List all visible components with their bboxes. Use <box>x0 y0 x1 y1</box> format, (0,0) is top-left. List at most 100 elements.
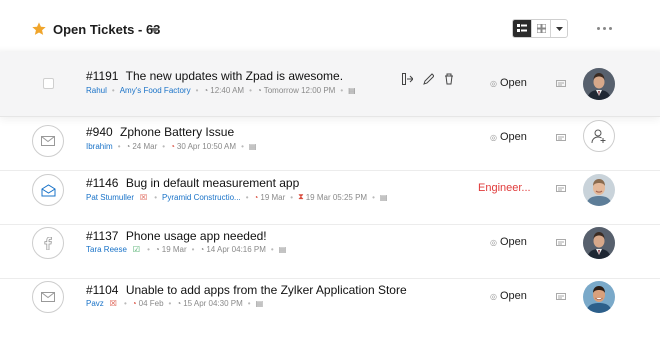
grid-view-icon <box>536 24 546 33</box>
view-options-dropdown[interactable] <box>551 20 567 37</box>
status-dropdown[interactable]: ◎ Open <box>490 77 527 89</box>
comment-icon[interactable] <box>556 239 566 247</box>
delete-icon[interactable] <box>444 73 454 85</box>
status-dropdown[interactable]: ◎ Open <box>490 236 527 248</box>
status-label: Open <box>499 290 527 302</box>
agent-avatar[interactable] <box>583 68 615 100</box>
ticket-row[interactable]: #1137 Phone usage app needed! Tara Reese… <box>0 225 660 279</box>
thread-count-icon: ▤ <box>255 299 264 308</box>
ticket-meta: Pavz ☒ • ◔ 04 Feb • ◔ 15 Apr 04:30 PM • … <box>86 299 264 308</box>
ticket-id[interactable]: #1146 <box>86 176 118 190</box>
page-title[interactable]: Open Tickets - 63 <box>53 22 160 37</box>
comment-icon[interactable] <box>556 134 566 142</box>
person-photo-icon <box>583 281 615 313</box>
clock-icon: ◔ <box>203 86 209 95</box>
status-dropdown[interactable]: ◎ Open <box>490 131 527 143</box>
contact-name[interactable]: Tara Reese <box>86 245 127 254</box>
agent-avatar[interactable] <box>583 281 615 313</box>
due-time: Tomorrow 12:00 PM <box>263 86 336 95</box>
due-time: 15 Apr 04:30 PM <box>183 299 243 308</box>
assign-agent-button[interactable] <box>583 120 615 152</box>
created-time: 19 Mar <box>260 192 286 202</box>
ticket-meta: Rahul • Amy's Food Factory • ◔ 12:40 AM … <box>86 86 356 95</box>
unhappy-rating-icon: ☒ <box>140 192 148 202</box>
ticket-subject[interactable]: The new updates with Zpad is awesome. <box>126 69 343 83</box>
thread-count-icon: ▤ <box>248 142 257 151</box>
comment-icon[interactable] <box>556 185 566 193</box>
ticket-row[interactable]: #940 Zphone Battery Issue Ibrahim • ◔ 24… <box>0 117 660 171</box>
person-photo-icon <box>583 174 615 206</box>
created-time: 12:40 AM <box>210 86 245 95</box>
clock-icon: ◔ <box>199 245 205 254</box>
status-label: Engineer... <box>478 182 531 194</box>
comment-icon[interactable] <box>556 80 566 88</box>
due-time: 14 Apr 04:16 PM <box>206 245 266 254</box>
status-label: Open <box>499 77 527 89</box>
grid-view-button[interactable] <box>532 20 551 37</box>
chevron-down-icon[interactable] <box>151 28 159 33</box>
account-name[interactable]: Pyramid Constructio... <box>162 193 241 202</box>
ticket-subject[interactable]: Unable to add apps from the Zylker Appli… <box>126 283 407 297</box>
happy-rating-icon: ☑ <box>132 245 141 254</box>
agent-avatar[interactable] <box>583 227 615 259</box>
contact-name[interactable]: Ibrahim <box>86 142 113 151</box>
contact-name[interactable]: Pat Stumuller <box>86 193 134 202</box>
status-icon: ◎ <box>490 292 497 301</box>
add-user-icon <box>591 129 606 144</box>
ticket-id[interactable]: #940 <box>86 125 113 139</box>
ticket-id[interactable]: #1191 <box>86 69 118 83</box>
contact-name[interactable]: Rahul <box>86 86 107 95</box>
email-icon <box>32 281 64 313</box>
status-dropdown[interactable]: ◎ Open <box>490 290 527 302</box>
clock-icon: ◔ <box>131 299 137 308</box>
edit-icon[interactable] <box>423 73 434 85</box>
ticket-meta: Tara Reese ☑ • ◔ 19 Mar • ◔ 14 Apr 04:16… <box>86 245 287 254</box>
caret-down-icon <box>555 26 563 31</box>
ticket-id[interactable]: #1104 <box>86 283 118 297</box>
clock-icon: ◔ <box>176 299 182 308</box>
facebook-icon <box>32 227 64 259</box>
person-photo-icon <box>583 227 615 259</box>
row-checkbox[interactable] <box>43 78 54 89</box>
ticket-row[interactable]: #1146 Bug in default measurement app Pat… <box>0 171 660 225</box>
thread-count-icon: ▤ <box>348 86 356 95</box>
star-icon[interactable] <box>31 21 47 37</box>
ticket-subject[interactable]: Zphone Battery Issue <box>120 125 234 139</box>
email-open-icon <box>32 174 64 206</box>
created-time: 19 Mar <box>161 245 187 254</box>
ticket-id[interactable]: #1137 <box>86 229 118 243</box>
clock-icon: ◔ <box>154 245 160 254</box>
status-icon: ◎ <box>490 133 497 142</box>
thread-count-icon: ▤ <box>379 192 388 202</box>
list-view-icon <box>517 24 527 32</box>
ticket-subject[interactable]: Phone usage app needed! <box>126 229 267 243</box>
status-dropdown[interactable]: Engineer... <box>478 182 531 194</box>
move-icon[interactable] <box>402 73 413 85</box>
created-time: 24 Mar <box>132 142 158 151</box>
account-name[interactable]: Amy's Food Factory <box>120 86 191 95</box>
view-switcher <box>512 19 568 38</box>
thread-count-icon: ▤ <box>278 245 287 254</box>
due-time: 19 Mar 05:25 PM <box>305 192 368 202</box>
ticket-meta: Ibrahim • ◔ 24 Mar • ◔ 30 Apr 10:50 AM •… <box>86 142 257 151</box>
overdue-clock-icon: ◔ <box>170 142 175 151</box>
due-time: 30 Apr 10:50 AM <box>176 142 237 151</box>
email-icon <box>32 125 64 157</box>
ticket-subject[interactable]: Bug in default measurement app <box>126 176 299 190</box>
list-header: Open Tickets - 63 <box>0 0 660 52</box>
ticket-row[interactable]: #1104 Unable to add apps from the Zylker… <box>0 279 660 333</box>
status-icon: ◎ <box>490 238 497 247</box>
person-photo-icon <box>583 68 615 100</box>
clock-icon: ◔ <box>253 192 259 202</box>
ticket-row[interactable]: #1191 The new updates with Zpad is aweso… <box>0 46 660 117</box>
unhappy-rating-icon: ☒ <box>109 299 117 308</box>
clock-icon: ◔ <box>256 86 262 95</box>
comment-icon[interactable] <box>556 293 566 301</box>
list-view-button[interactable] <box>513 20 532 37</box>
more-options-icon[interactable] <box>597 27 612 30</box>
contact-name[interactable]: Pavz <box>86 299 104 308</box>
ticket-meta: Pat Stumuller ☒ • Pyramid Constructio...… <box>86 192 388 202</box>
agent-avatar[interactable] <box>583 174 615 206</box>
clock-icon: ◔ <box>125 142 131 151</box>
row-actions <box>402 73 454 85</box>
